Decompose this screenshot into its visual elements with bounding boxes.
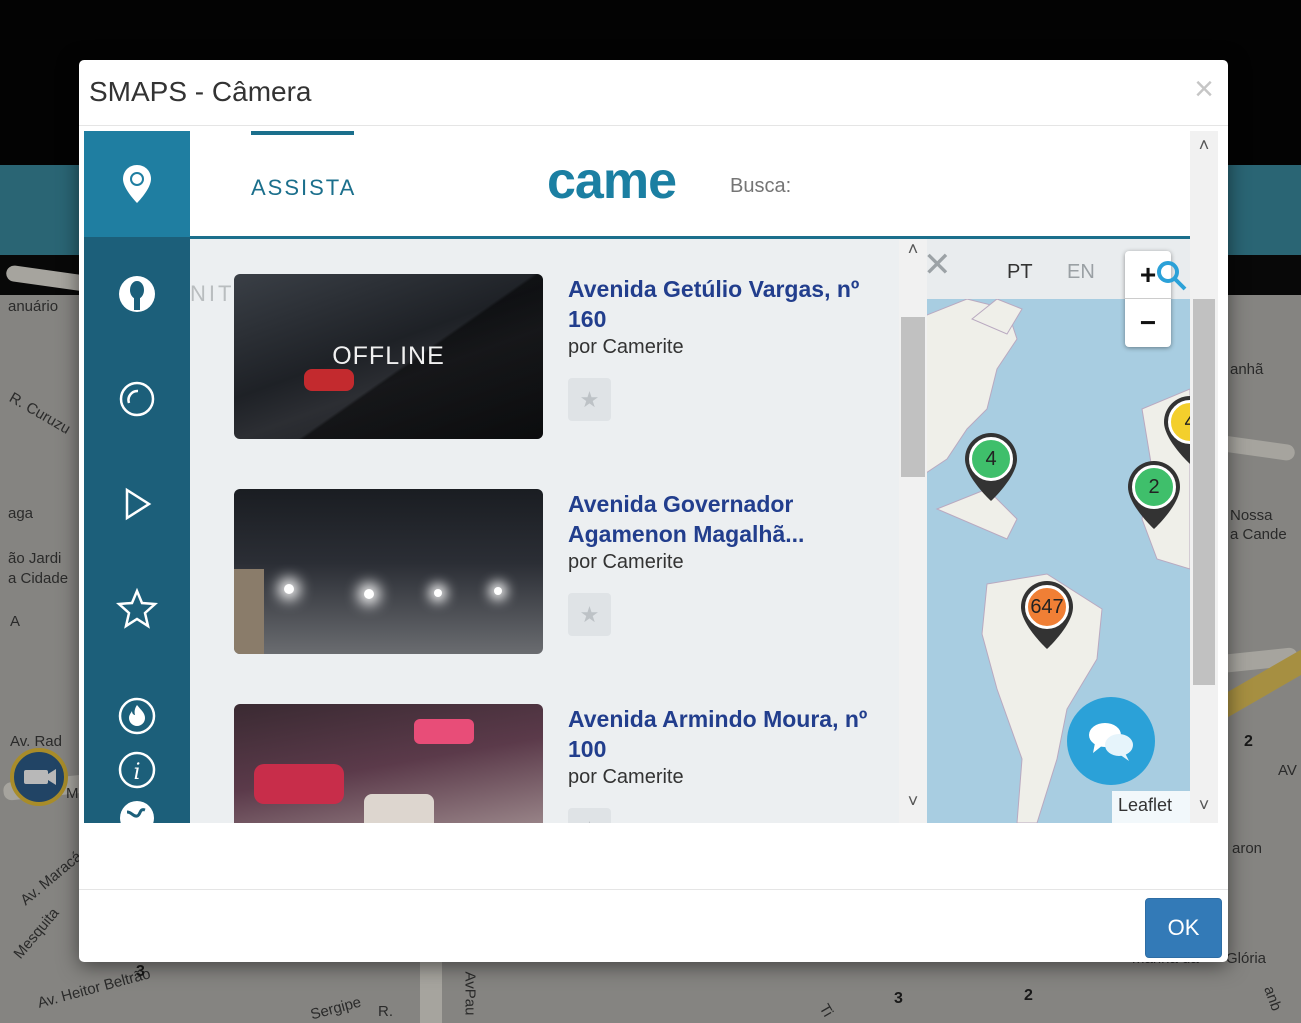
favorite-button[interactable]: ★ [568, 808, 611, 823]
camera-title[interactable]: Avenida Armindo Moura, nº 100 [568, 704, 868, 764]
list-scrollbar-thumb[interactable] [901, 317, 925, 477]
camera-owner: por Camerite [568, 766, 684, 788]
tab-assista[interactable]: ASSISTA [251, 175, 356, 201]
svg-text:i: i [133, 760, 140, 785]
info-icon[interactable]: i [112, 745, 162, 795]
history-icon[interactable] [112, 374, 162, 424]
globe-icon[interactable] [112, 793, 162, 823]
cluster-count: 4 [969, 437, 1013, 481]
modal-header: SMAPS - Câmera × [79, 60, 1228, 126]
camera-title[interactable]: Avenida Getúlio Vargas, nº 160 [568, 274, 868, 334]
scroll-down-icon[interactable]: ˅ [1190, 795, 1218, 816]
camera-owner: por Camerite [568, 551, 684, 573]
camera-list-item[interactable]: OFFLINE Avenida Getúlio Vargas, nº 160 p… [234, 274, 874, 444]
camera-thumbnail[interactable] [234, 489, 543, 654]
star-icon: ★ [579, 601, 600, 627]
map-attribution[interactable]: Leaflet [1112, 791, 1190, 823]
scroll-down-icon[interactable]: ˅ [899, 791, 927, 812]
camera-thumbnail[interactable] [234, 704, 543, 823]
camera-list-item[interactable]: Avenida Governador Agamenon Magalhã... p… [234, 489, 874, 659]
embed-scrollbar[interactable]: ˄ ˅ [1190, 131, 1218, 823]
search-icon[interactable] [1153, 257, 1189, 293]
offline-badge: OFFLINE [332, 342, 445, 370]
camera-modal: SMAPS - Câmera × i ASSISTA came Busca: O… [79, 60, 1228, 962]
sidebar-item-map[interactable] [84, 131, 190, 237]
camera-title[interactable]: Avenida Governador Agamenon Magalhã... [568, 489, 868, 549]
search-input[interactable] [730, 171, 802, 201]
cluster-count: 2 [1132, 465, 1176, 509]
lang-en-button[interactable]: EN [1067, 261, 1095, 284]
camerite-header: ASSISTA came [190, 131, 1190, 239]
camera-thumbnail[interactable]: OFFLINE [234, 274, 543, 439]
lang-pt-button[interactable]: PT [1007, 261, 1033, 284]
map-pin-icon [112, 159, 162, 209]
close-icon[interactable]: × [1194, 70, 1214, 109]
user-icon[interactable] [112, 269, 162, 319]
cluster-count: 647 [1025, 585, 1069, 629]
cluster-marker[interactable]: 4 [1162, 394, 1190, 466]
scroll-up-icon[interactable]: ˄ [1190, 135, 1218, 156]
scroll-up-icon[interactable]: ˄ [899, 239, 927, 260]
camera-map[interactable]: ✕ PT EN + − 4 2 647 4 [927, 239, 1190, 823]
chat-button[interactable] [1067, 697, 1155, 785]
favorite-button[interactable]: ★ [568, 593, 611, 636]
camerite-sidebar: i [84, 131, 190, 823]
camera-list-item[interactable]: Avenida Armindo Moura, nº 100 por Cameri… [234, 704, 874, 823]
embed-scrollbar-thumb[interactable] [1193, 299, 1215, 685]
modal-title: SMAPS - Câmera [89, 76, 312, 107]
active-tab-indicator [251, 131, 354, 135]
zoom-out-button[interactable]: − [1125, 299, 1171, 347]
star-icon[interactable] [112, 584, 162, 634]
cluster-marker[interactable]: 2 [1126, 459, 1182, 531]
star-icon: ★ [579, 386, 600, 412]
camera-owner: por Camerite [568, 336, 684, 358]
fire-icon[interactable] [112, 691, 162, 741]
close-icon[interactable]: ✕ [927, 245, 952, 285]
star-icon: ★ [580, 817, 600, 824]
cluster-marker[interactable]: 647 [1019, 579, 1075, 651]
chat-icon [1089, 723, 1133, 761]
camerite-embed: i ASSISTA came NITORE OFFLINE Avenida Ge… [84, 131, 1190, 823]
camerite-logo: came [547, 152, 677, 210]
ok-button[interactable]: OK [1145, 898, 1222, 958]
list-scrollbar[interactable]: ˄ ˅ [899, 239, 927, 823]
modal-footer: OK [79, 889, 1228, 962]
cluster-marker[interactable]: 4 [963, 431, 1019, 503]
favorite-button[interactable]: ★ [568, 378, 611, 421]
play-icon[interactable] [112, 479, 162, 529]
